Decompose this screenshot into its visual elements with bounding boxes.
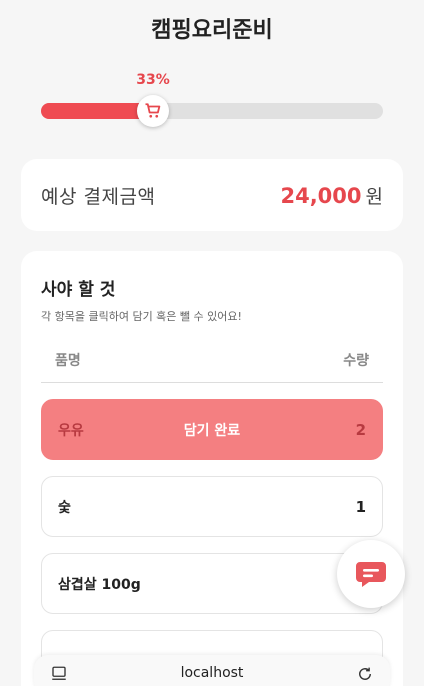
estimate-label: 예상 결제금액	[41, 185, 156, 208]
cart-icon	[145, 103, 161, 118]
reload-icon[interactable]	[356, 665, 374, 683]
list-header: 품명 수량	[41, 350, 383, 370]
tabs-icon[interactable]	[50, 665, 68, 683]
progress-track	[41, 103, 383, 119]
estimate-unit: 원	[365, 185, 383, 208]
list-item[interactable]: 우유 담기 완료 2	[41, 399, 383, 460]
estimate-amount: 24,000	[280, 183, 362, 208]
estimate-card: 예상 결제금액 24,000 원	[21, 159, 403, 231]
list-item[interactable]: 숯 1	[41, 476, 383, 537]
column-name: 품명	[55, 353, 81, 369]
list-subtitle: 각 항목을 클릭하여 담기 혹은 뺄 수 있어요!	[41, 310, 242, 323]
header: 캠핑요리준비	[0, 12, 424, 44]
browser-bar: localhost	[34, 655, 390, 686]
chat-icon	[356, 562, 386, 587]
item-status: 담기 완료	[183, 422, 241, 439]
list-title: 사야 할 것	[41, 280, 116, 300]
item-name: 숯	[58, 499, 71, 516]
divider	[41, 382, 383, 383]
progress-percent: 33%	[136, 72, 170, 88]
chat-button[interactable]	[337, 540, 405, 608]
progress-knob[interactable]	[137, 95, 169, 127]
column-qty: 수량	[343, 353, 369, 369]
page-title: 캠핑요리준비	[147, 12, 278, 44]
address-bar[interactable]: localhost	[181, 665, 244, 681]
app-screen: 캠핑요리준비 33% 예상 결제금액 24,000 원 사야 할 것 각 항목을 …	[0, 0, 424, 686]
list-item[interactable]: 삼겹살 100g	[41, 553, 383, 614]
shopping-list-card: 사야 할 것 각 항목을 클릭하여 담기 혹은 뺄 수 있어요! 품명 수량 우…	[21, 251, 403, 686]
item-name: 삼겹살 100g	[58, 576, 141, 593]
item-qty: 1	[355, 497, 366, 516]
estimate-total: 24,000 원	[280, 182, 383, 209]
item-name: 우유	[58, 422, 84, 439]
item-qty: 2	[355, 420, 366, 439]
